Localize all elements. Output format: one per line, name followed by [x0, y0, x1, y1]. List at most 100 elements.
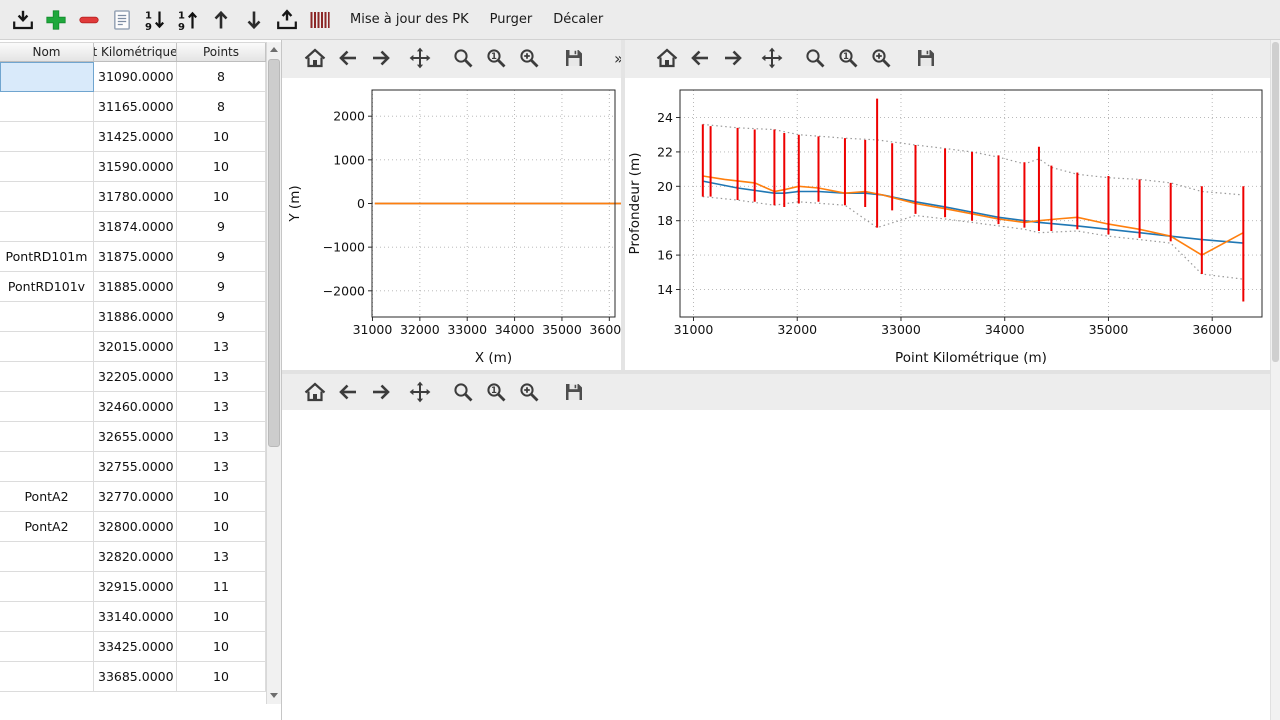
table-cell-pk[interactable]: 31425.0000: [94, 122, 177, 152]
table-cell-pts[interactable]: 8: [177, 62, 266, 92]
table-cell-nom[interactable]: [0, 92, 94, 122]
table-row[interactable]: 32820.000013: [0, 542, 266, 572]
table-cell-pts[interactable]: 10: [177, 662, 266, 692]
table-cell-pk[interactable]: 33425.0000: [94, 632, 177, 662]
table-cell-pts[interactable]: 10: [177, 482, 266, 512]
back-button[interactable]: [333, 377, 363, 407]
table-cell-pts[interactable]: 9: [177, 212, 266, 242]
profile-chart[interactable]: 3100032000330003400035000360001416182022…: [625, 78, 1270, 370]
back-button[interactable]: [333, 43, 363, 73]
table-cell-pts[interactable]: 10: [177, 122, 266, 152]
table-scrollbar[interactable]: [266, 42, 281, 704]
move-up-button[interactable]: [206, 4, 237, 35]
zoom-button[interactable]: [800, 43, 830, 73]
home-button[interactable]: [300, 377, 330, 407]
table-row[interactable]: 31090.00008: [0, 62, 266, 92]
table-cell-pk[interactable]: 31165.0000: [94, 92, 177, 122]
table-cell-nom[interactable]: [0, 62, 94, 92]
scrollbar-thumb[interactable]: [268, 59, 280, 447]
table-cell-pk[interactable]: 32015.0000: [94, 332, 177, 362]
pan-button[interactable]: [405, 43, 435, 73]
table-cell-pk[interactable]: 32800.0000: [94, 512, 177, 542]
table-cell-nom[interactable]: [0, 452, 94, 482]
table-cell-nom[interactable]: [0, 662, 94, 692]
table-row[interactable]: PontA232770.000010: [0, 482, 266, 512]
table-row[interactable]: 31780.000010: [0, 182, 266, 212]
table-cell-pk[interactable]: 31874.0000: [94, 212, 177, 242]
table-cell-pts[interactable]: 13: [177, 332, 266, 362]
sort-ascending-button[interactable]: [173, 4, 204, 35]
zoom-rect-button[interactable]: [866, 43, 896, 73]
zoom-rect-button[interactable]: [514, 377, 544, 407]
save-button[interactable]: [559, 43, 589, 73]
table-cell-nom[interactable]: [0, 422, 94, 452]
save-button[interactable]: [911, 43, 941, 73]
table-cell-nom[interactable]: PontA2: [0, 512, 94, 542]
table-row[interactable]: 31165.00008: [0, 92, 266, 122]
empty-section-plot[interactable]: [282, 410, 1270, 720]
table-cell-pts[interactable]: 9: [177, 302, 266, 332]
forward-button[interactable]: [366, 43, 396, 73]
table-cell-pk[interactable]: 32460.0000: [94, 392, 177, 422]
table-cell-pts[interactable]: 10: [177, 152, 266, 182]
add-button[interactable]: [41, 4, 72, 35]
table-cell-pk[interactable]: 32820.0000: [94, 542, 177, 572]
table-cell-pk[interactable]: 31885.0000: [94, 272, 177, 302]
pan-button[interactable]: [405, 377, 435, 407]
table-cell-pk[interactable]: 31780.0000: [94, 182, 177, 212]
table-cell-pts[interactable]: 13: [177, 422, 266, 452]
table-cell-nom[interactable]: [0, 542, 94, 572]
sort-descending-button[interactable]: [140, 4, 171, 35]
home-button[interactable]: [652, 43, 682, 73]
table-row[interactable]: PontA232800.000010: [0, 512, 266, 542]
table-cell-pts[interactable]: 13: [177, 392, 266, 422]
zoom-original-button[interactable]: [481, 43, 511, 73]
forward-button[interactable]: [718, 43, 748, 73]
table-row[interactable]: 31886.00009: [0, 302, 266, 332]
table-cell-nom[interactable]: [0, 332, 94, 362]
table-row[interactable]: 32755.000013: [0, 452, 266, 482]
table-row[interactable]: 31874.00009: [0, 212, 266, 242]
purge-button[interactable]: Purger: [481, 6, 542, 33]
shift-button[interactable]: Décaler: [544, 6, 612, 33]
table-row[interactable]: PontRD101v31885.00009: [0, 272, 266, 302]
edit-button[interactable]: [107, 4, 138, 35]
home-button[interactable]: [300, 43, 330, 73]
table-cell-nom[interactable]: PontRD101m: [0, 242, 94, 272]
table-cell-nom[interactable]: [0, 152, 94, 182]
table-cell-pk[interactable]: 31590.0000: [94, 152, 177, 182]
table-cell-pk[interactable]: 31886.0000: [94, 302, 177, 332]
table-cell-nom[interactable]: [0, 392, 94, 422]
zoom-button[interactable]: [448, 43, 478, 73]
table-cell-pts[interactable]: 10: [177, 512, 266, 542]
table-row[interactable]: 32655.000013: [0, 422, 266, 452]
table-cell-nom[interactable]: PontA2: [0, 482, 94, 512]
table-row[interactable]: 31425.000010: [0, 122, 266, 152]
table-row[interactable]: 32205.000013: [0, 362, 266, 392]
table-cell-nom[interactable]: [0, 602, 94, 632]
cross-sections-button[interactable]: [305, 4, 336, 35]
table-cell-pk[interactable]: 32915.0000: [94, 572, 177, 602]
table-row[interactable]: 33685.000010: [0, 662, 266, 692]
table-cell-pk[interactable]: 31090.0000: [94, 62, 177, 92]
save-button[interactable]: [559, 377, 589, 407]
table-cell-pts[interactable]: 10: [177, 632, 266, 662]
table-cell-pts[interactable]: 10: [177, 602, 266, 632]
scroll-down-button[interactable]: [267, 688, 281, 703]
table-cell-pk[interactable]: 32205.0000: [94, 362, 177, 392]
zoom-button[interactable]: [448, 377, 478, 407]
table-row[interactable]: 32460.000013: [0, 392, 266, 422]
table-row[interactable]: 32915.000011: [0, 572, 266, 602]
main-scrollbar[interactable]: [1270, 40, 1280, 720]
export-button[interactable]: [272, 4, 303, 35]
table-cell-nom[interactable]: [0, 302, 94, 332]
table-cell-pts[interactable]: 13: [177, 362, 266, 392]
column-header-nom[interactable]: Nom: [0, 43, 94, 61]
table-cell-nom[interactable]: PontRD101v: [0, 272, 94, 302]
import-button[interactable]: [8, 4, 39, 35]
update-pk-button[interactable]: Mise à jour des PK: [341, 6, 478, 33]
zoom-original-button[interactable]: [481, 377, 511, 407]
remove-button[interactable]: [74, 4, 105, 35]
column-header-points[interactable]: Points: [177, 43, 266, 61]
pan-button[interactable]: [757, 43, 787, 73]
